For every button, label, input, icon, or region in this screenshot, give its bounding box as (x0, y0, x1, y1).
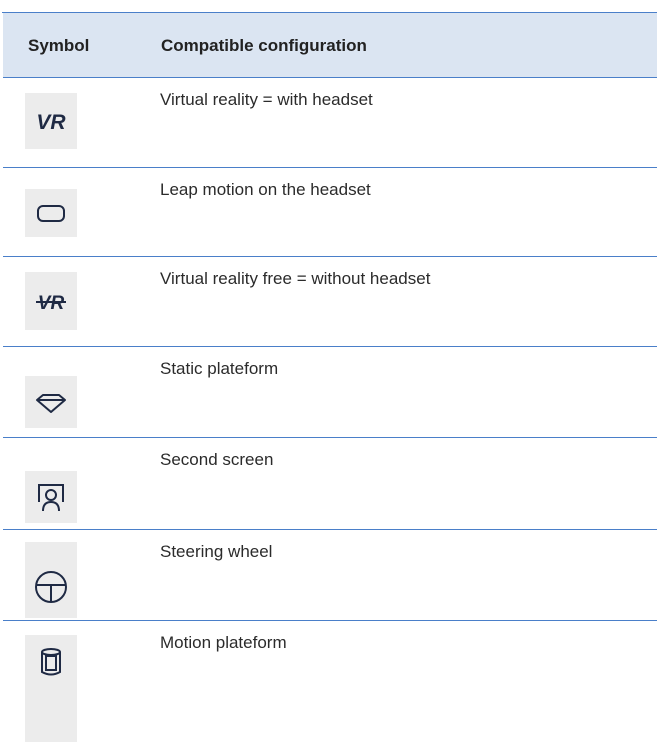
vr-free-icon: VR (25, 272, 77, 330)
row-label: Virtual reality free = without headset (160, 269, 431, 288)
row-label: Second screen (160, 450, 274, 469)
vr-icon-text: VR (36, 111, 66, 134)
row-label: Steering wheel (160, 542, 273, 561)
row-label: Static plateform (160, 359, 279, 378)
vr-free-icon-text: VR (38, 293, 65, 314)
table-row: VR Virtual reality = with headset (3, 78, 657, 168)
table-row: Second screen (3, 438, 657, 530)
table-row: Leap motion on the headset (3, 168, 657, 257)
table-row: VR Virtual reality free = without headse… (3, 257, 657, 347)
second-screen-icon (25, 471, 77, 523)
header-configuration: Compatible configuration (161, 36, 367, 55)
table-header: Symbol Compatible configuration (3, 13, 657, 78)
row-label: Leap motion on the headset (160, 180, 371, 199)
row-label: Virtual reality = with headset (160, 90, 373, 109)
table-row: Steering wheel (3, 530, 657, 621)
steering-wheel-icon (25, 542, 77, 618)
vr-icon: VR (25, 93, 77, 149)
static-platform-icon (25, 376, 77, 428)
header-symbol: Symbol (28, 36, 90, 55)
table-row: Static plateform (3, 347, 657, 438)
leap-motion-icon (25, 189, 77, 237)
table-row: Motion plateform (3, 621, 657, 742)
motion-platform-icon (25, 635, 77, 742)
row-label: Motion plateform (160, 633, 287, 652)
